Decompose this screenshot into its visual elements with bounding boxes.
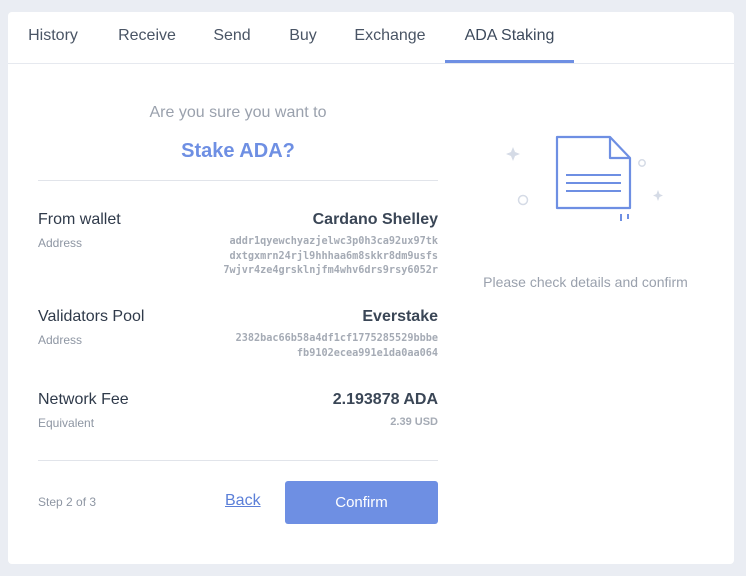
network-fee-value: 2.193878 ADA [332, 391, 438, 408]
validators-pool-address: 2382bac66b58a4df1cf1775285529bbbe fb9102… [236, 332, 438, 361]
from-wallet-address: addr1qyewchyazjelwc3p0h3ca92ux97tk dxtgx… [223, 235, 438, 279]
network-fee-equivalent-label: Equivalent [38, 416, 95, 430]
validators-pool-address-label: Address [38, 333, 83, 347]
address-line: 7wjvr4ze4grsklnjfm4whv6drs9rsy6052r [223, 265, 438, 276]
from-wallet-address-label: Address [38, 236, 83, 250]
active-tab-indicator [445, 60, 574, 63]
tab-buy[interactable]: Buy [278, 12, 328, 63]
divider [38, 180, 438, 181]
tab-history[interactable]: History [16, 12, 90, 63]
network-fee-equivalent-value: 2.39 USD [390, 416, 438, 428]
tab-ada-staking[interactable]: ADA Staking [445, 12, 574, 63]
from-wallet-label: From wallet [38, 211, 121, 228]
address-line: 2382bac66b58a4df1cf1775285529bbbe [235, 333, 438, 344]
validators-pool-label: Validators Pool [38, 308, 145, 325]
tab-bar: History Receive Send Buy Exchange ADA St… [8, 12, 734, 64]
tab-exchange[interactable]: Exchange [346, 12, 434, 63]
confirm-hint: Please check details and confirm [483, 274, 688, 290]
from-wallet-value: Cardano Shelley [312, 211, 438, 228]
address-line: fb9102ecea991e1da0aa064 [296, 347, 438, 359]
step-indicator: Step 2 of 3 [38, 495, 97, 509]
network-fee-label: Network Fee [38, 391, 129, 408]
address-line: dxtgxmrn24rjl9hhhaa6m8skkr8dm9usfs [229, 250, 438, 262]
divider [38, 460, 438, 461]
document-icon [503, 132, 673, 232]
address-line: addr1qyewchyazjelwc3p0h3ca92ux97tk [229, 236, 438, 247]
confirm-title: Stake ADA? [181, 140, 295, 162]
confirm-button[interactable]: Confirm [285, 481, 438, 524]
confirm-question: Are you sure you want to [149, 104, 327, 121]
back-button[interactable]: Back [225, 492, 261, 510]
staking-card: History Receive Send Buy Exchange ADA St… [8, 12, 734, 564]
tab-receive[interactable]: Receive [108, 12, 186, 63]
tab-send[interactable]: Send [204, 12, 260, 63]
validators-pool-value: Everstake [362, 308, 438, 325]
